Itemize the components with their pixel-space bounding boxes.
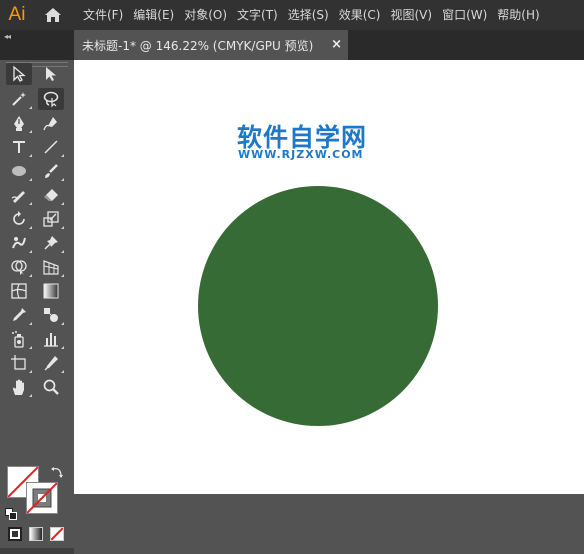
default-colors-icon[interactable]: [5, 505, 17, 520]
swap-fill-stroke-icon[interactable]: [50, 464, 64, 478]
type-icon[interactable]: [6, 136, 32, 158]
puppet-warp-icon[interactable]: [38, 232, 64, 254]
menu-effect[interactable]: 效果(C): [334, 0, 386, 30]
color-mode-button[interactable]: [8, 527, 22, 541]
app-logo: Ai: [8, 4, 26, 25]
zoom-icon[interactable]: [38, 376, 64, 398]
eraser-icon[interactable]: [38, 184, 64, 206]
selection-tool-icon[interactable]: [6, 63, 32, 85]
document-tab-title: 未标题-1* @ 146.22% (CMYK/GPU 预览): [82, 38, 314, 53]
green-circle-shape[interactable]: [198, 186, 438, 426]
home-icon[interactable]: [42, 4, 64, 26]
rotate-icon[interactable]: [6, 208, 32, 230]
slice-icon[interactable]: [38, 352, 64, 374]
menu-object[interactable]: 对象(O): [179, 0, 232, 30]
stroke-color-swatch[interactable]: [26, 482, 58, 514]
document-tab-strip: ◂◂ 未标题-1* @ 146.22% (CMYK/GPU 预览) ×: [0, 30, 584, 60]
artboard-icon[interactable]: [6, 352, 32, 374]
symbol-sprayer-icon[interactable]: [6, 328, 32, 350]
hand-icon[interactable]: [6, 376, 32, 398]
shaper-icon[interactable]: [6, 184, 32, 206]
line-icon[interactable]: [38, 136, 64, 158]
menu-items: 文件(F) 编辑(E) 对象(O) 文字(T) 选择(S) 效果(C) 视图(V…: [78, 0, 545, 30]
perspective-grid-icon[interactable]: [38, 256, 64, 278]
mesh-icon[interactable]: [6, 280, 32, 302]
blend-icon[interactable]: [38, 304, 64, 326]
toolbar-bottom-bar: [0, 548, 74, 554]
tab-close-icon[interactable]: ×: [331, 37, 342, 52]
menu-edit[interactable]: 编辑(E): [128, 0, 179, 30]
curvature-icon[interactable]: [38, 112, 64, 134]
tools-panel: [0, 60, 74, 554]
pen-icon[interactable]: [6, 112, 32, 134]
menu-type[interactable]: 文字(T): [232, 0, 283, 30]
warp-icon[interactable]: [6, 232, 32, 254]
watermark-url: WWW.RJZXW.COM: [238, 148, 364, 161]
paintbrush-icon[interactable]: [38, 160, 64, 182]
gradient-mode-button[interactable]: [29, 527, 43, 541]
menu-bar: Ai 文件(F) 编辑(E) 对象(O) 文字(T) 选择(S) 效果(C) 视…: [0, 0, 584, 30]
eyedropper-icon[interactable]: [6, 304, 32, 326]
artboard-canvas[interactable]: 软件自学网 WWW.RJZXW.COM: [74, 60, 584, 494]
collapse-panel-icon[interactable]: ◂◂: [4, 32, 11, 41]
menu-select[interactable]: 选择(S): [283, 0, 334, 30]
scale-icon[interactable]: [38, 208, 64, 230]
shape-builder-icon[interactable]: [6, 256, 32, 278]
lasso-icon[interactable]: [38, 88, 64, 110]
menu-view[interactable]: 视图(V): [385, 0, 437, 30]
menu-help[interactable]: 帮助(H): [492, 0, 544, 30]
gradient-icon[interactable]: [38, 280, 64, 302]
magic-wand-icon[interactable]: [6, 88, 32, 110]
document-tab[interactable]: 未标题-1* @ 146.22% (CMYK/GPU 预览) ×: [74, 30, 348, 60]
menu-file[interactable]: 文件(F): [78, 0, 128, 30]
graph-icon[interactable]: [38, 328, 64, 350]
ellipse-icon[interactable]: [6, 160, 32, 182]
direct-selection-tool-icon[interactable]: [38, 63, 64, 85]
menu-window[interactable]: 窗口(W): [437, 0, 492, 30]
none-mode-button[interactable]: [50, 527, 64, 541]
